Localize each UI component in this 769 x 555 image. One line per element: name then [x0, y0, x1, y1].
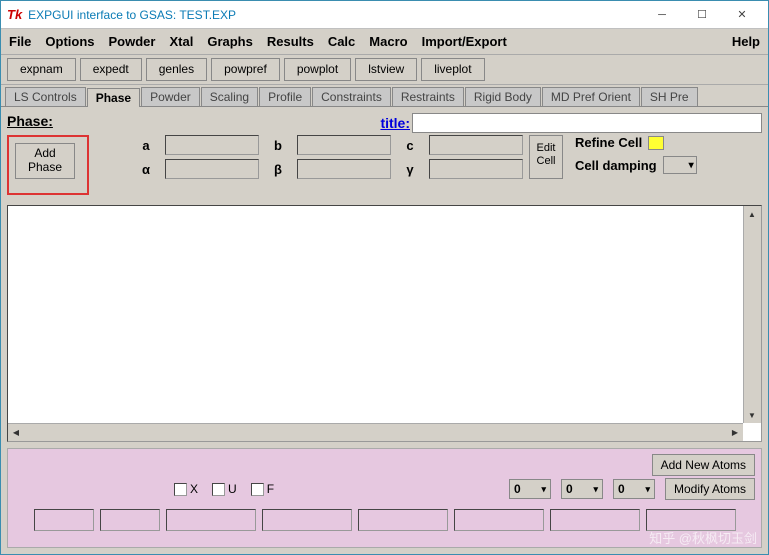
scroll-down-icon[interactable]: ▼ — [744, 407, 760, 423]
check-x[interactable] — [174, 483, 187, 496]
tab-row: LS Controls Phase Powder Scaling Profile… — [1, 85, 768, 107]
label-alpha: α — [135, 162, 157, 177]
chevron-down-icon: ▾ — [645, 484, 650, 495]
add-phase-highlight: Add Phase — [7, 135, 89, 195]
tool-lstview[interactable]: lstview — [355, 58, 417, 81]
label-a: a — [135, 138, 157, 153]
tool-liveplot[interactable]: liveplot — [421, 58, 484, 81]
menu-help[interactable]: Help — [732, 34, 760, 49]
check-x-label: X — [190, 482, 198, 496]
scroll-right-icon[interactable]: ▶ — [727, 424, 743, 440]
tool-powplot[interactable]: powplot — [284, 58, 351, 81]
titlebar: Tk EXPGUI interface to GSAS: TEST.EXP ─ … — [1, 1, 768, 29]
edit-slot-8[interactable] — [646, 509, 736, 531]
add-phase-button[interactable]: Add Phase — [15, 143, 75, 179]
check-u-label: U — [228, 482, 237, 496]
chevron-down-icon: ▾ — [593, 484, 598, 495]
tool-expnam[interactable]: expnam — [7, 58, 76, 81]
scroll-left-icon[interactable]: ◀ — [8, 424, 24, 440]
phase-section-label: Phase: — [7, 113, 53, 129]
edit-slot-5[interactable] — [358, 509, 448, 531]
check-f[interactable] — [251, 483, 264, 496]
num-dropdown-3[interactable]: 0▾ — [613, 479, 655, 499]
chevron-down-icon: ▾ — [689, 160, 694, 171]
tab-powder[interactable]: Powder — [141, 87, 200, 106]
scroll-up-icon[interactable]: ▲ — [744, 206, 760, 222]
vertical-scrollbar[interactable]: ▲ ▼ — [743, 206, 761, 423]
menu-results[interactable]: Results — [267, 34, 314, 49]
input-beta[interactable] — [297, 159, 391, 179]
maximize-button[interactable]: ☐ — [682, 4, 722, 26]
menu-macro[interactable]: Macro — [369, 34, 407, 49]
refine-cell-label: Refine Cell — [575, 135, 642, 150]
atom-list-area[interactable]: ▲ ▼ ◀ ▶ — [7, 205, 762, 442]
tab-md-pref-orient[interactable]: MD Pref Orient — [542, 87, 640, 106]
menu-options[interactable]: Options — [45, 34, 94, 49]
label-b: b — [267, 138, 289, 153]
cell-damping-dropdown[interactable]: ▾ — [663, 156, 697, 174]
num-dropdown-1[interactable]: 0▾ — [509, 479, 551, 499]
label-beta: β — [267, 162, 289, 177]
app-icon: Tk — [7, 7, 22, 22]
edit-slot-3[interactable] — [166, 509, 256, 531]
tab-sh-pre[interactable]: SH Pre — [641, 87, 698, 106]
horizontal-scrollbar[interactable]: ◀ ▶ — [8, 423, 743, 441]
app-window: Tk EXPGUI interface to GSAS: TEST.EXP ─ … — [0, 0, 769, 555]
phase-panel: Phase: title: Add Phase a b c α β — [1, 107, 768, 554]
cell-damping-label: Cell damping — [575, 158, 657, 173]
toolbar: expnam expedt genles powpref powplot lst… — [1, 55, 768, 85]
close-button[interactable]: ✕ — [722, 4, 762, 26]
edit-slot-4[interactable] — [262, 509, 352, 531]
label-c: c — [399, 138, 421, 153]
window-title: EXPGUI interface to GSAS: TEST.EXP — [28, 8, 642, 22]
menu-powder[interactable]: Powder — [109, 34, 156, 49]
menu-calc[interactable]: Calc — [328, 34, 355, 49]
edit-slot-1[interactable] — [34, 509, 94, 531]
tab-scaling[interactable]: Scaling — [201, 87, 258, 106]
input-alpha[interactable] — [165, 159, 259, 179]
menu-import-export[interactable]: Import/Export — [422, 34, 507, 49]
tab-phase[interactable]: Phase — [87, 88, 140, 107]
edit-slot-6[interactable] — [454, 509, 544, 531]
num-dropdown-2[interactable]: 0▾ — [561, 479, 603, 499]
atom-edit-panel: Add New Atoms X U F 0▾ 0▾ 0▾ Modify Atom… — [7, 448, 762, 548]
menu-file[interactable]: File — [9, 34, 31, 49]
tool-powpref[interactable]: powpref — [211, 58, 280, 81]
edit-slot-2[interactable] — [100, 509, 160, 531]
modify-atoms-button[interactable]: Modify Atoms — [665, 478, 755, 500]
tab-rigid-body[interactable]: Rigid Body — [465, 87, 541, 106]
tool-expedt[interactable]: expedt — [80, 58, 142, 81]
edit-cell-button[interactable]: Edit Cell — [529, 135, 563, 179]
tab-restraints[interactable]: Restraints — [392, 87, 464, 106]
chevron-down-icon: ▾ — [541, 484, 546, 495]
menubar: File Options Powder Xtal Graphs Results … — [1, 29, 768, 55]
add-new-atoms-button[interactable]: Add New Atoms — [652, 454, 755, 476]
tool-genles[interactable]: genles — [146, 58, 207, 81]
input-c[interactable] — [429, 135, 523, 155]
input-b[interactable] — [297, 135, 391, 155]
tab-ls-controls[interactable]: LS Controls — [5, 87, 86, 106]
refine-cell-checkbox[interactable] — [648, 136, 664, 150]
title-label: title: — [380, 115, 410, 131]
tab-profile[interactable]: Profile — [259, 87, 311, 106]
input-gamma[interactable] — [429, 159, 523, 179]
input-a[interactable] — [165, 135, 259, 155]
check-f-label: F — [267, 482, 274, 496]
menu-graphs[interactable]: Graphs — [207, 34, 253, 49]
edit-slot-7[interactable] — [550, 509, 640, 531]
tab-constraints[interactable]: Constraints — [312, 87, 391, 106]
minimize-button[interactable]: ─ — [642, 4, 682, 26]
check-u[interactable] — [212, 483, 225, 496]
menu-xtal[interactable]: Xtal — [169, 34, 193, 49]
label-gamma: γ — [399, 162, 421, 177]
title-input[interactable] — [412, 113, 762, 133]
